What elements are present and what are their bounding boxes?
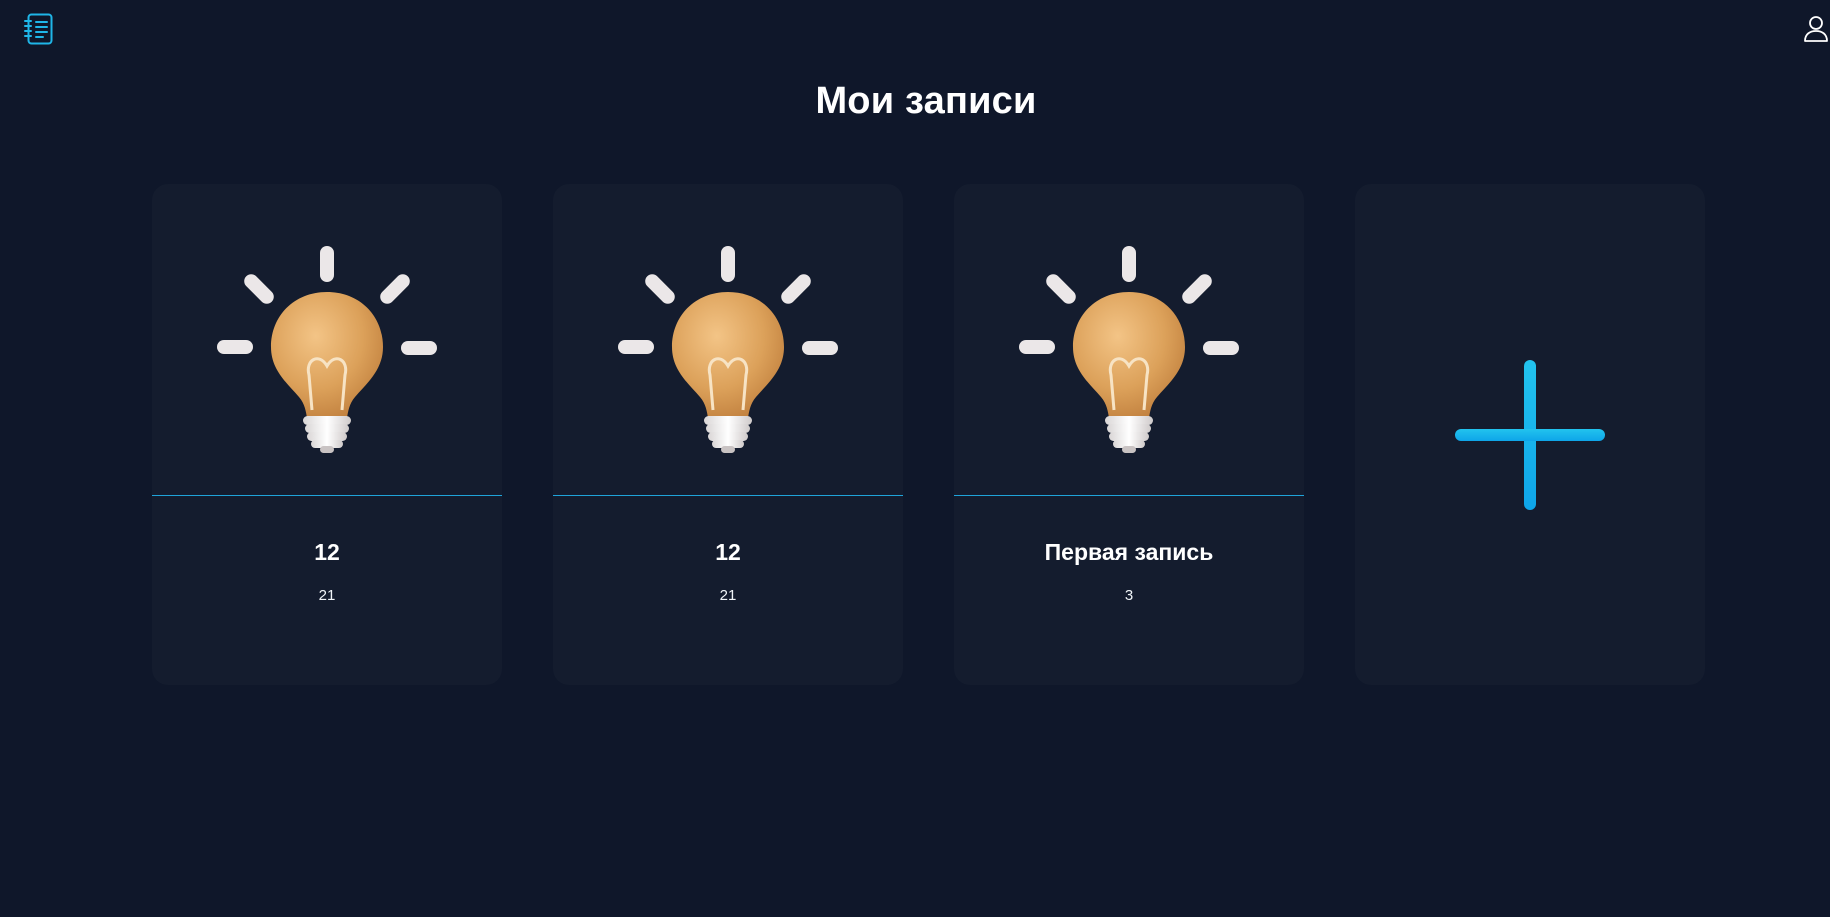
note-title: 12: [314, 539, 340, 565]
card-divider: [553, 495, 903, 496]
note-card[interactable]: 12 21: [553, 184, 903, 685]
card-divider: [954, 495, 1304, 496]
note-title: Первая запись: [1044, 539, 1214, 565]
notebook-logo-button[interactable]: [23, 13, 55, 45]
user-profile-button[interactable]: [1803, 15, 1829, 43]
notebook-icon: [24, 13, 53, 45]
note-card[interactable]: 12 21: [152, 184, 502, 685]
user-icon: [1804, 16, 1828, 42]
notes-grid: 12 21 12 21 Первая запись 3: [152, 184, 1705, 685]
note-card[interactable]: Первая запись 3: [954, 184, 1304, 685]
lightbulb-icon: [217, 245, 437, 453]
lightbulb-icon: [1019, 245, 1239, 453]
page-title: Мои записи: [815, 80, 1037, 122]
card-divider: [152, 495, 502, 496]
note-card-image: [553, 184, 903, 495]
page: Мои записи 12 21 12 21 Первая запись 3: [0, 0, 1830, 917]
lightbulb-icon: [618, 245, 838, 453]
note-subtitle: 21: [318, 587, 336, 604]
note-subtitle: 3: [1124, 587, 1134, 604]
note-subtitle: 21: [719, 587, 737, 604]
note-card-image: [152, 184, 502, 495]
note-title: 12: [715, 539, 741, 565]
plus-icon: [1455, 359, 1605, 510]
add-note-button[interactable]: [1355, 184, 1705, 685]
top-bar: [0, 0, 1830, 58]
note-card-image: [954, 184, 1304, 495]
